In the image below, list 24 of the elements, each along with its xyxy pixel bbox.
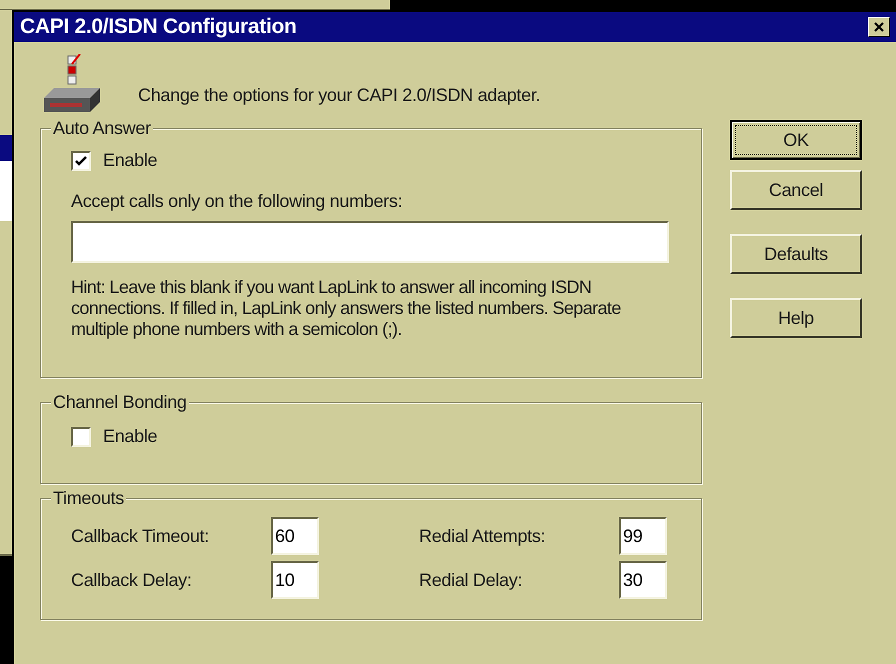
number-field[interactable]: 30 [619, 561, 667, 599]
hint-text: Hint: Leave this blank if you want LapLink to answer all incoming ISDN connections. If filled in, LapLink only answers the listed numbers. Separate multiple phone numbers with a semicolon (;). [71, 277, 622, 340]
dialog-button[interactable]: OK [730, 120, 862, 160]
number-field[interactable]: 10 [271, 561, 319, 599]
number-field[interactable]: 60 [271, 517, 319, 555]
numbers-field[interactable] [71, 221, 669, 263]
window-title: CAPI 2.0/ISDN Configuration [20, 14, 297, 40]
dialog-button[interactable]: Defaults [730, 234, 862, 274]
checkbox-label: Enable [103, 149, 158, 172]
close-icon [874, 22, 884, 32]
checkbox[interactable] [71, 426, 91, 446]
field-label: Callback Delay: [71, 568, 192, 592]
intro-text: Change the options for your CAPI 2.0/ISDN adapter. [138, 84, 540, 107]
field-label: Callback Timeout: [71, 524, 209, 548]
checkbox[interactable] [71, 150, 91, 170]
numbers-label: Accept calls only on the following numbers: [71, 190, 404, 213]
checkmark-icon [75, 156, 87, 166]
number-field[interactable]: 99 [619, 517, 667, 555]
checkbox-label: Enable [103, 425, 158, 448]
field-label: Redial Delay: [419, 568, 522, 592]
field-label: Redial Attempts: [419, 524, 546, 548]
dialog-button[interactable]: Help [730, 298, 862, 338]
close-button[interactable] [868, 17, 890, 37]
dialog-button[interactable]: Cancel [730, 170, 862, 210]
